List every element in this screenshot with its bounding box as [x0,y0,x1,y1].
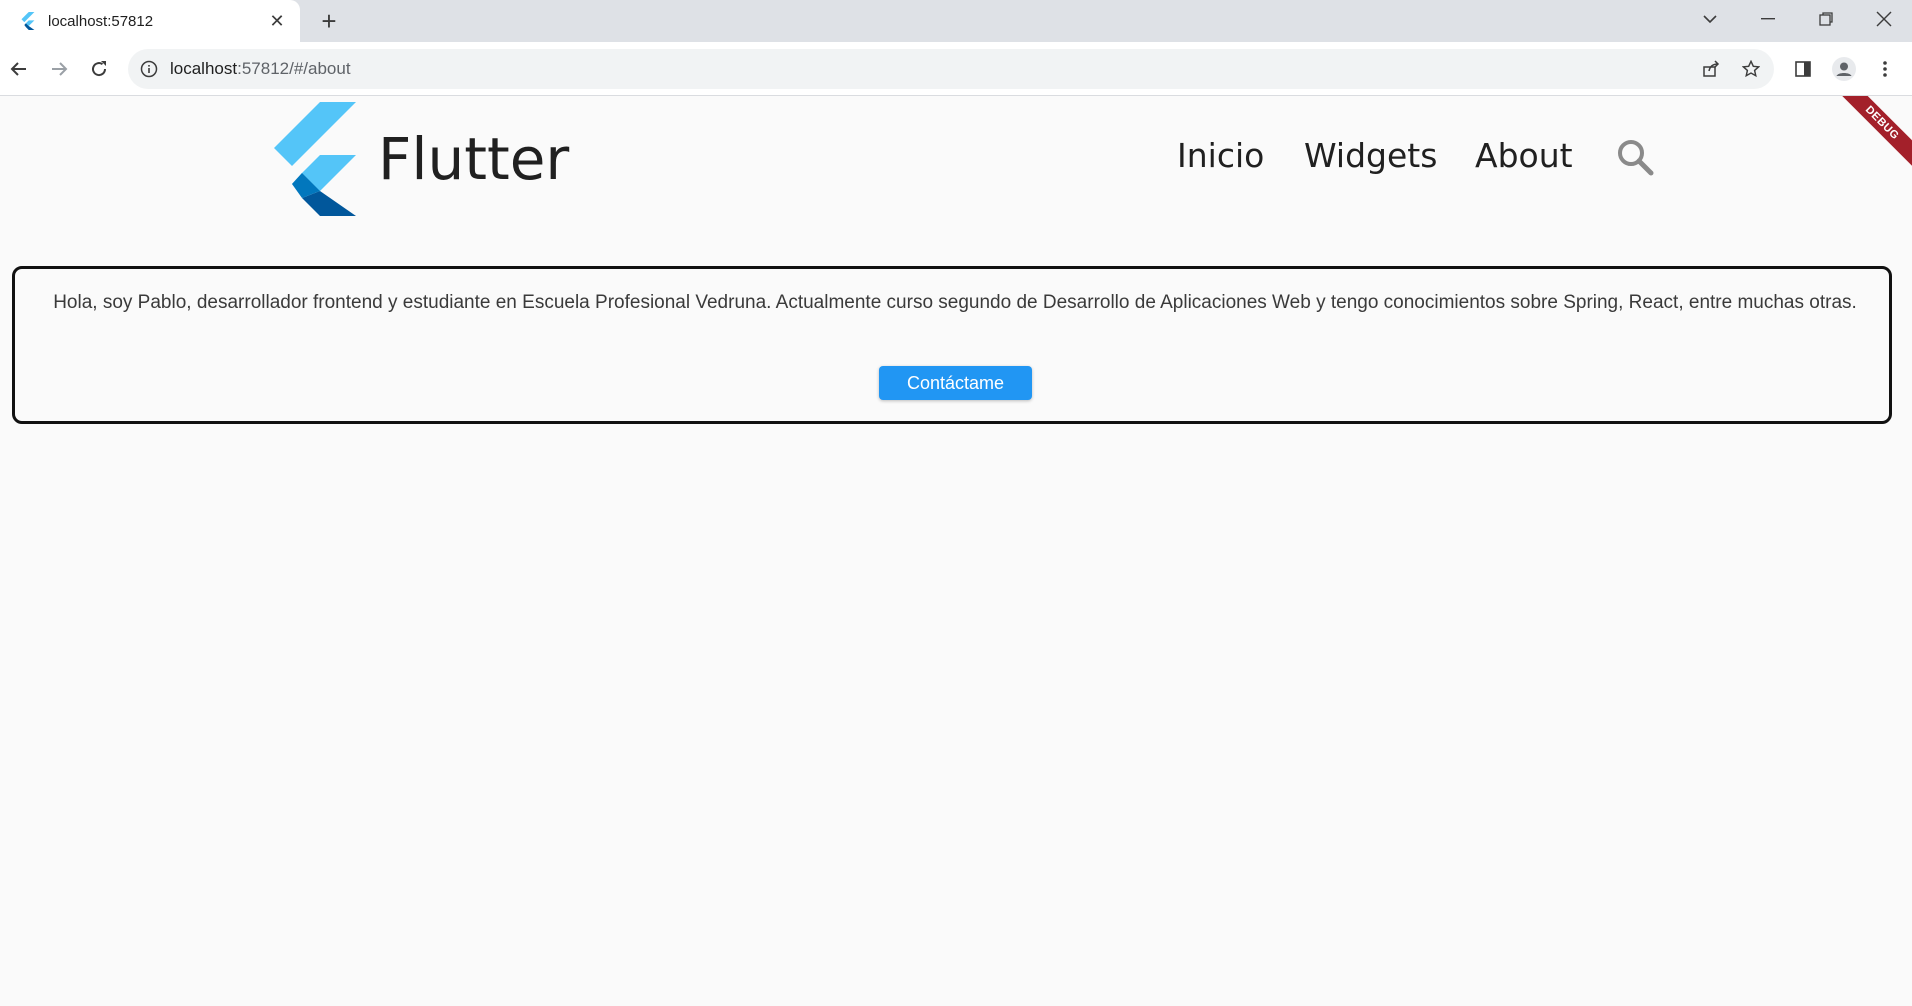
nav-about[interactable]: About [1475,136,1573,175]
logo-text: Flutter [378,125,570,193]
site-info-icon[interactable] [140,60,158,78]
minimize-icon[interactable] [1740,0,1796,38]
tab-close-icon[interactable]: ✕ [264,8,290,34]
side-panel-icon[interactable] [1786,52,1820,86]
about-card: Hola, soy Pablo, desarrollador frontend … [12,266,1892,424]
tab-search-chevron-icon[interactable] [1682,0,1738,38]
tab-strip: localhost:57812 ✕ + [0,0,1912,42]
browser-tab[interactable]: localhost:57812 ✕ [0,0,300,42]
flutter-favicon-icon [21,12,35,30]
nav-widgets[interactable]: Widgets [1304,136,1437,175]
flutter-logo[interactable]: Flutter [262,102,569,216]
browser-toolbar: localhost:57812/#/about [0,42,1912,96]
new-tab-button[interactable]: + [314,6,344,36]
profile-avatar-icon[interactable] [1827,52,1861,86]
contact-button[interactable]: Contáctame [879,366,1032,400]
restore-icon[interactable] [1798,0,1854,38]
share-icon[interactable] [1694,52,1728,86]
debug-banner: DEBUG [1833,96,1912,172]
url-path: :57812/#/about [237,59,351,78]
tab-title: localhost:57812 [48,12,154,30]
window-close-icon[interactable] [1856,0,1912,38]
back-arrow-icon[interactable] [2,52,36,86]
search-icon[interactable] [1616,138,1654,181]
bookmark-star-icon[interactable] [1734,52,1768,86]
forward-arrow-icon[interactable] [42,52,76,86]
flutter-logo-icon [274,102,356,216]
nav-inicio[interactable]: Inicio [1177,136,1264,175]
reload-icon[interactable] [82,52,116,86]
app-viewport: DEBUG Flutter Inicio Widgets About Hola,… [0,96,1912,1006]
more-menu-icon[interactable] [1868,52,1902,86]
about-description: Hola, soy Pablo, desarrollador frontend … [53,292,1857,313]
url-text[interactable]: localhost:57812/#/about [170,59,1694,79]
address-bar[interactable]: localhost:57812/#/about [128,49,1774,89]
url-host: localhost [170,59,238,78]
